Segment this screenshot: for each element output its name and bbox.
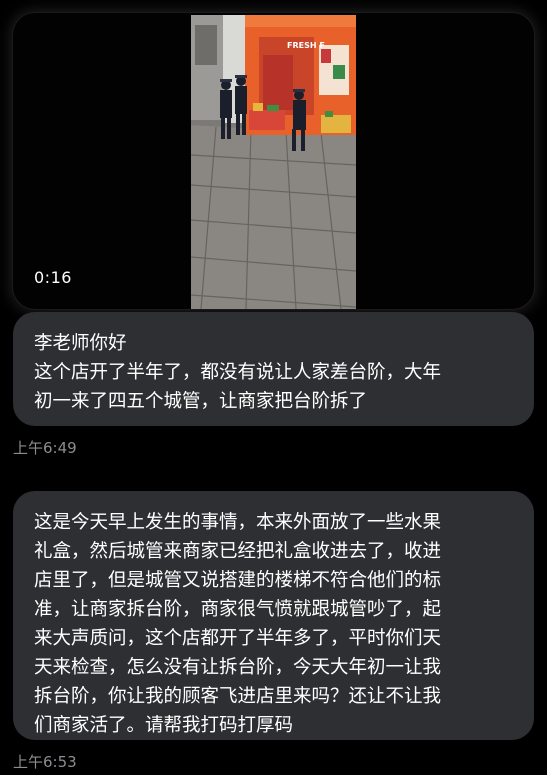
message-bubble[interactable]: 李老师你好 这个店开了半年了，都没有说让人家差台阶，大年 初一来了四五个城管，让… <box>13 312 534 426</box>
video-message[interactable]: FRESH F 0:16 <box>13 13 534 309</box>
message-line: 来大声质问，这个店都开了半年多了，平时你们天 <box>34 628 442 649</box>
storefront-street-with-officers-icon: FRESH F <box>191 15 356 309</box>
message-line: 拆台阶，你让我的顾客飞进店里来吗？还让不让我 <box>34 686 442 707</box>
message-line: 这是今天早上发生的事情，本来外面放了一些水果 <box>34 512 442 533</box>
message-line: 们商家活了。请帮我打码打厚码 <box>34 715 294 736</box>
message-timestamp: 上午6:53 <box>13 753 77 771</box>
message-line: 这个店开了半年了，都没有说让人家差台阶，大年 <box>34 362 442 383</box>
message-line: 初一来了四五个城管，让商家把台阶拆了 <box>34 391 368 412</box>
message-bubble[interactable]: 这是今天早上发生的事情，本来外面放了一些水果 礼盒，然后城管来商家已经把礼盒收进… <box>13 491 534 740</box>
message-line: 礼盒，然后城管来商家已经把礼盒收进去了，收进 <box>34 541 442 562</box>
video-thumbnail[interactable]: FRESH F <box>191 15 356 309</box>
store-sign: FRESH F <box>287 41 325 50</box>
message-line: 准，让商家拆台阶，商家很气愤就跟城管吵了，起 <box>34 599 442 620</box>
chat-thread: FRESH F 0:16 李老师你好 这个店开了半年了，都没有说让人家差台阶，大… <box>0 0 547 775</box>
message-timestamp: 上午6:49 <box>13 439 77 457</box>
message-line: 天来检查，怎么没有让拆台阶，今天大年初一让我 <box>34 657 442 678</box>
message-line: 李老师你好 <box>34 333 127 354</box>
message-line: 店里了，但是城管又说搭建的楼梯不符合他们的标 <box>34 570 442 591</box>
video-duration: 0:16 <box>34 268 72 287</box>
